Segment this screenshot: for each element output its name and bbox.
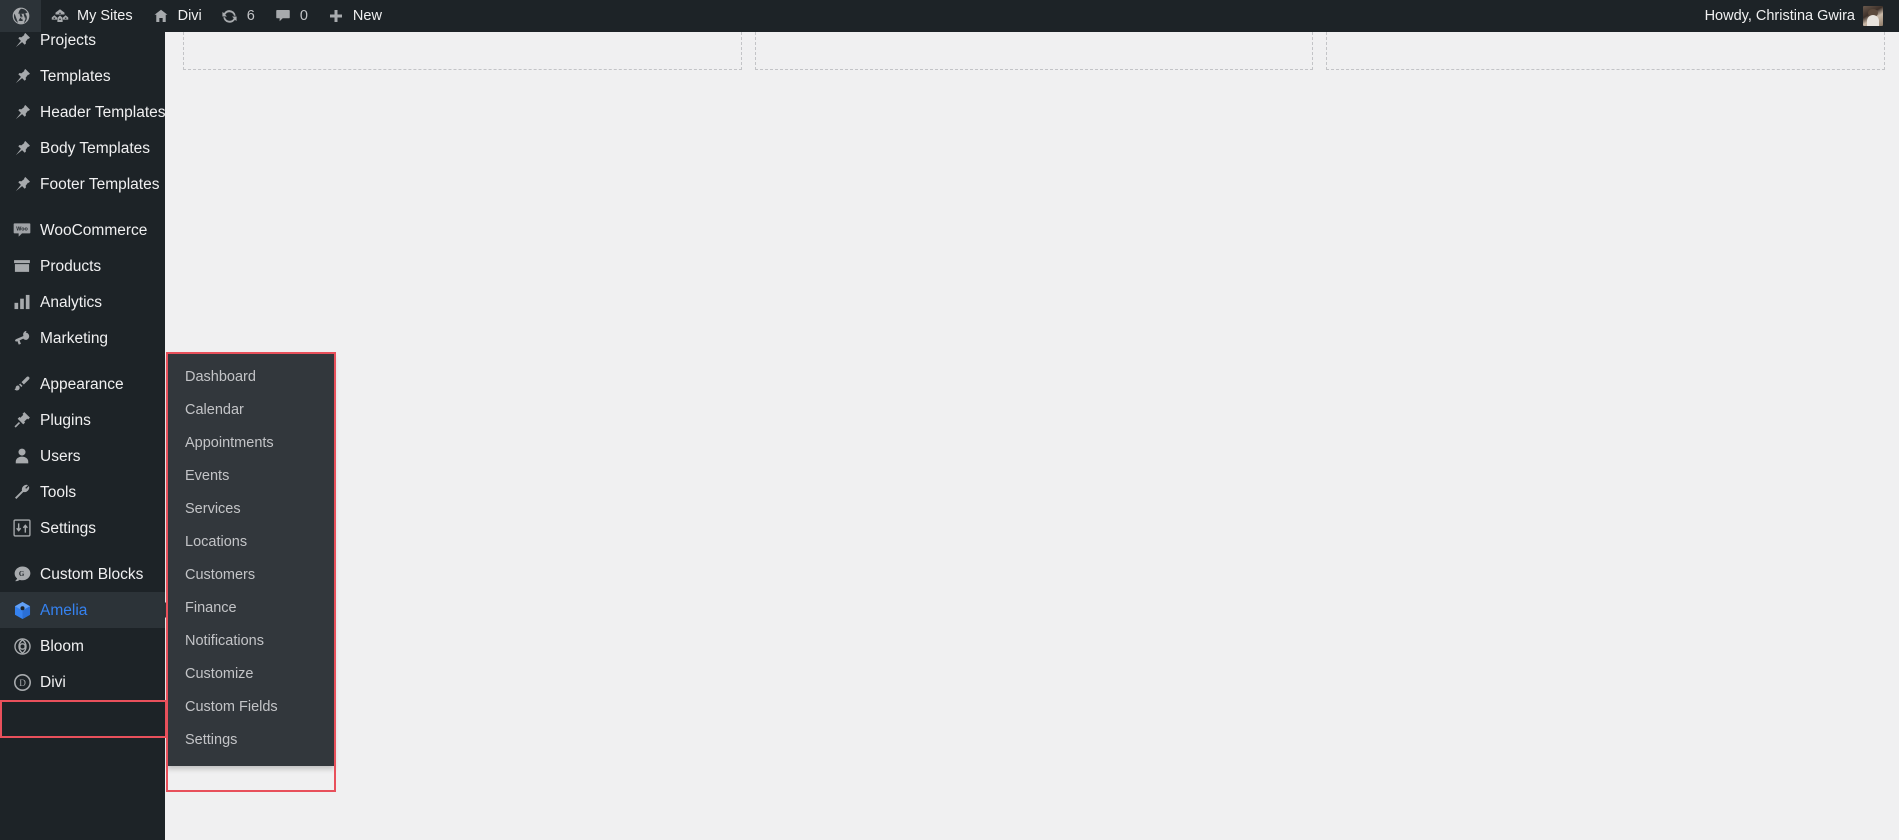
woo-icon: Woo bbox=[9, 217, 35, 243]
updates-icon bbox=[220, 6, 240, 26]
admin-bar-item-my-sites[interactable]: My Sites bbox=[41, 0, 142, 32]
submenu-item-finance[interactable]: Finance bbox=[167, 592, 334, 625]
wrench-icon bbox=[9, 479, 35, 505]
admin-bar: My Sites Divi 6 0 New Howdy, Christina G… bbox=[0, 0, 1899, 32]
menu-separator bbox=[0, 356, 165, 366]
bloom-icon bbox=[9, 633, 35, 659]
sidebar-item-amelia[interactable]: Amelia bbox=[0, 592, 173, 628]
megaphone-icon bbox=[9, 325, 35, 351]
submenu-item-customize[interactable]: Customize bbox=[167, 658, 334, 691]
sidebar-item-appearance[interactable]: Appearance bbox=[0, 366, 165, 402]
sidebar-item-label: Analytics bbox=[40, 293, 103, 311]
sidebar-item-label: Settings bbox=[40, 519, 97, 537]
sidebar-item-label: Divi bbox=[40, 673, 66, 691]
submenu-item-events[interactable]: Events bbox=[167, 460, 334, 493]
sidebar-item-divi[interactable]: D Divi bbox=[0, 664, 165, 700]
svg-text:Woo: Woo bbox=[16, 227, 28, 233]
admin-bar-right: Howdy, Christina Gwira bbox=[1697, 0, 1899, 32]
sidebar-item-label: Amelia bbox=[40, 601, 88, 619]
sidebar-item-label: Bloom bbox=[40, 637, 84, 655]
sidebar-item-label: Tools bbox=[40, 483, 77, 501]
sidebar-item-label: Footer Templates bbox=[40, 175, 160, 193]
placeholder-column bbox=[754, 32, 1314, 70]
sidebar-item-label: Custom Blocks bbox=[40, 565, 144, 583]
sidebar-item-templates[interactable]: Templates bbox=[0, 58, 165, 94]
sidebar-item-label: Body Templates bbox=[40, 139, 150, 157]
sidebar-item-settings[interactable]: Settings bbox=[0, 510, 165, 546]
content-area bbox=[165, 32, 1899, 840]
sidebar-item-label: Marketing bbox=[40, 329, 109, 347]
pin-icon bbox=[9, 135, 35, 161]
submenu-item-services[interactable]: Services bbox=[167, 493, 334, 526]
products-icon bbox=[9, 253, 35, 279]
submenu-item-customers[interactable]: Customers bbox=[167, 559, 334, 592]
admin-bar-item-comments[interactable]: 0 bbox=[264, 0, 317, 32]
menu-separator bbox=[0, 546, 165, 556]
sidebar-item-tools[interactable]: Tools bbox=[0, 474, 165, 510]
sidebar-item-label: Appearance bbox=[40, 375, 124, 393]
sidebar-item-footer-templates[interactable]: Footer Templates bbox=[0, 166, 165, 202]
pin-icon bbox=[9, 99, 35, 125]
admin-bar-item-new[interactable]: New bbox=[317, 0, 391, 32]
pin-icon bbox=[9, 63, 35, 89]
wordpress-logo-icon bbox=[11, 6, 31, 26]
admin-bar-label: New bbox=[352, 8, 382, 25]
divi-icon: D bbox=[9, 669, 35, 695]
sliders-icon bbox=[9, 515, 35, 541]
submenu-item-locations[interactable]: Locations bbox=[167, 526, 334, 559]
sidebar-item-woocommerce[interactable]: Woo WooCommerce bbox=[0, 212, 165, 248]
plug-icon bbox=[9, 407, 35, 433]
sidebar-item-plugins[interactable]: Plugins bbox=[0, 402, 165, 438]
sidebar-item-body-templates[interactable]: Body Templates bbox=[0, 130, 165, 166]
sidebar-item-header-templates[interactable]: Header Templates bbox=[0, 94, 166, 130]
submenu-item-dashboard[interactable]: Dashboard bbox=[167, 361, 334, 394]
admin-bar-item-updates[interactable]: 6 bbox=[211, 0, 264, 32]
submenu-item-appointments[interactable]: Appointments bbox=[167, 427, 334, 460]
sidebar-item-analytics[interactable]: Analytics bbox=[0, 284, 165, 320]
paintbrush-icon bbox=[9, 371, 35, 397]
admin-bar-label: Divi bbox=[177, 8, 202, 25]
sidebar-item-label: Plugins bbox=[40, 411, 91, 429]
sidebar-item-products[interactable]: Products bbox=[0, 248, 165, 284]
submenu-item-notifications[interactable]: Notifications bbox=[167, 625, 334, 658]
pin-icon bbox=[9, 171, 35, 197]
comments-count: 0 bbox=[299, 8, 308, 25]
sidebar-item-bloom[interactable]: Bloom bbox=[0, 628, 165, 664]
submenu-item-calendar[interactable]: Calendar bbox=[167, 394, 334, 427]
sidebar-item-users[interactable]: Users bbox=[0, 438, 165, 474]
sidebar-item-label: Header Templates bbox=[40, 103, 166, 121]
sidebar-item-custom-blocks[interactable]: G Custom Blocks bbox=[0, 556, 165, 592]
svg-text:G: G bbox=[18, 569, 24, 577]
admin-sidebar-menu: Projects Templates Header Templates Body… bbox=[0, 0, 173, 840]
placeholder-columns bbox=[165, 32, 1899, 72]
amelia-icon bbox=[9, 597, 35, 623]
submenu-item-custom-fields[interactable]: Custom Fields bbox=[167, 691, 334, 724]
plus-icon bbox=[326, 6, 346, 26]
wordpress-logo-button[interactable] bbox=[0, 0, 41, 32]
sidebar-item-marketing[interactable]: Marketing bbox=[0, 320, 165, 356]
placeholder-column bbox=[1326, 32, 1886, 70]
amelia-submenu: Dashboard Calendar Appointments Events S… bbox=[167, 354, 334, 767]
sidebar-item-label: Projects bbox=[40, 31, 96, 49]
home-icon bbox=[151, 6, 171, 26]
avatar bbox=[1863, 6, 1883, 26]
svg-text:D: D bbox=[19, 678, 26, 688]
genesis-icon: G bbox=[9, 561, 35, 587]
user-icon bbox=[9, 443, 35, 469]
admin-bar-item-site-name[interactable]: Divi bbox=[142, 0, 211, 32]
placeholder-column bbox=[183, 32, 742, 70]
sidebar-item-label: Products bbox=[40, 257, 102, 275]
analytics-icon bbox=[9, 289, 35, 315]
account-menu-button[interactable]: Howdy, Christina Gwira bbox=[1697, 0, 1891, 32]
admin-bar-label: My Sites bbox=[77, 8, 133, 25]
sidebar-item-label: WooCommerce bbox=[40, 221, 148, 239]
sidebar-item-label: Templates bbox=[40, 67, 111, 85]
howdy-label: Howdy, Christina Gwira bbox=[1704, 8, 1855, 24]
menu-separator bbox=[0, 202, 165, 212]
my-sites-icon bbox=[50, 6, 70, 26]
comments-icon bbox=[273, 6, 293, 26]
updates-count: 6 bbox=[246, 8, 255, 25]
submenu-item-settings[interactable]: Settings bbox=[167, 724, 334, 757]
sidebar-item-label: Users bbox=[40, 447, 81, 465]
